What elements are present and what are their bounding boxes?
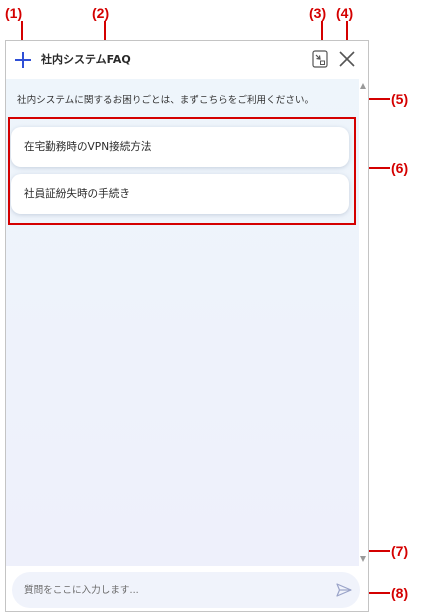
- callout-5: (5): [391, 91, 409, 107]
- question-input[interactable]: [24, 580, 324, 600]
- callout-4: (4): [336, 5, 354, 21]
- callout-2: (2): [92, 5, 110, 21]
- welcome-message: 社内システムに関するお困りごとは、まずこちらをご利用ください。: [17, 95, 315, 106]
- faq-chat-window: 社内システムFAQ 社内システムに関するお困りごとは、まずこちらをご利用ください…: [5, 40, 369, 612]
- faq-option-vpn[interactable]: 在宅勤務時のVPN接続方法: [11, 127, 349, 167]
- close-icon[interactable]: [338, 50, 356, 68]
- plus-icon[interactable]: [13, 50, 33, 70]
- chat-scrollbar[interactable]: [359, 79, 368, 566]
- chat-header: 社内システムFAQ: [6, 41, 368, 79]
- callout-8: (8): [391, 585, 409, 601]
- faq-option-id-card[interactable]: 社員証紛失時の手続き: [11, 174, 349, 214]
- minimize-icon[interactable]: [312, 50, 328, 68]
- send-icon[interactable]: [336, 583, 352, 597]
- chat-title: 社内システムFAQ: [41, 53, 131, 66]
- callout-3: (3): [309, 5, 327, 21]
- chat-message-area: 社内システムに関するお困りごとは、まずこちらをご利用ください。 在宅勤務時のVP…: [6, 79, 359, 566]
- question-input-bar: [12, 572, 360, 608]
- scroll-down-icon[interactable]: [360, 556, 366, 562]
- callout-1: (1): [5, 5, 23, 21]
- callout-7: (7): [391, 543, 409, 559]
- callout-6: (6): [391, 160, 409, 176]
- scroll-up-icon[interactable]: [360, 83, 366, 89]
